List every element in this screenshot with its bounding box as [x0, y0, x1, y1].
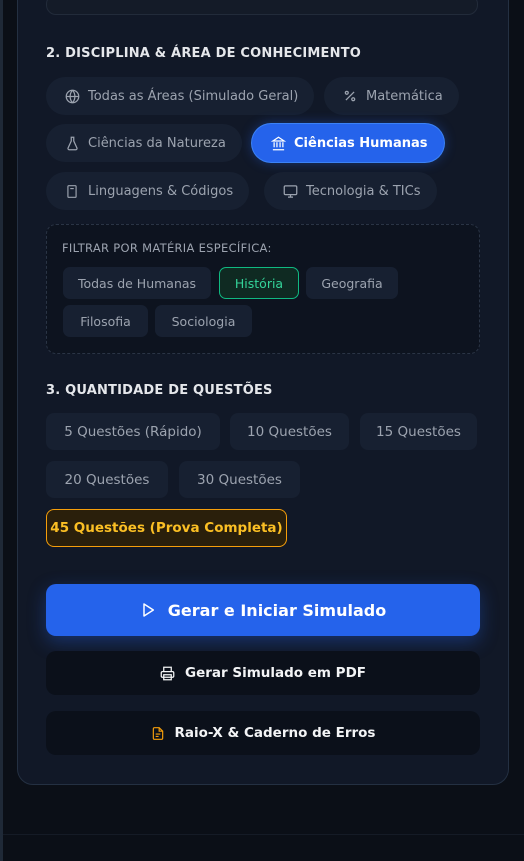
start-simulation-label: Gerar e Iniciar Simulado — [167, 600, 387, 620]
footer-divider — [3, 834, 524, 835]
subject-pill-sociology[interactable]: Sociologia — [155, 305, 252, 337]
section-title-discipline: 2. DISCIPLINA & ÁREA DE CONHECIMENTO — [46, 46, 362, 61]
play-icon — [140, 602, 156, 618]
quantity-option-45[interactable]: 45 Questões (Prova Completa) — [46, 509, 287, 547]
quantity-option-5[interactable]: 5 Questões (Rápido) — [46, 413, 220, 450]
subject-pill-geography[interactable]: Geografia — [306, 267, 398, 299]
section-title-quantity: 3. QUANTIDADE DE QUESTÕES — [46, 383, 273, 398]
left-edge — [0, 0, 3, 861]
area-chip-label: Matemática — [366, 88, 443, 104]
subject-pill-all-humanities[interactable]: Todas de Humanas — [63, 267, 211, 299]
quantity-option-15[interactable]: 15 Questões — [360, 413, 477, 450]
quantity-option-20[interactable]: 20 Questões — [46, 461, 168, 498]
area-chip-label: Linguagens & Códigos — [88, 183, 234, 199]
area-chip-math[interactable]: Matemática — [324, 77, 459, 115]
subject-filter-title: FILTRAR POR MATÉRIA ESPECÍFICA: — [62, 241, 272, 255]
book-icon — [64, 183, 80, 199]
generate-pdf-label: Gerar Simulado em PDF — [184, 665, 366, 681]
area-chip-nature[interactable]: Ciências da Natureza — [46, 124, 242, 162]
flask-icon — [64, 135, 80, 151]
percent-icon — [342, 88, 358, 104]
generate-pdf-button[interactable]: Gerar Simulado em PDF — [46, 651, 480, 695]
file-text-icon — [151, 726, 165, 741]
area-chip-technology[interactable]: Tecnologia & TICs — [264, 172, 437, 210]
xray-errors-label: Raio-X & Caderno de Erros — [174, 725, 376, 741]
landmark-icon — [270, 135, 286, 151]
area-chip-label: Ciências Humanas — [294, 135, 428, 151]
area-chip-languages[interactable]: Linguagens & Códigos — [46, 172, 250, 210]
area-chip-all[interactable]: Todas as Áreas (Simulado Geral) — [46, 77, 315, 115]
printer-icon — [160, 666, 175, 681]
globe-icon — [64, 88, 80, 104]
subject-pill-history[interactable]: História — [219, 267, 299, 299]
subject-pill-philosophy[interactable]: Filosofia — [63, 305, 148, 337]
area-chip-humanities[interactable]: Ciências Humanas — [252, 124, 444, 162]
monitor-icon — [282, 183, 298, 199]
area-chip-label: Tecnologia & TICs — [306, 183, 421, 199]
previous-field[interactable] — [46, 0, 478, 15]
xray-errors-button[interactable]: Raio-X & Caderno de Erros — [46, 711, 480, 755]
start-simulation-button[interactable]: Gerar e Iniciar Simulado — [46, 584, 480, 636]
area-chip-label: Todas as Áreas (Simulado Geral) — [88, 88, 299, 104]
area-chip-label: Ciências da Natureza — [88, 135, 226, 151]
quantity-option-10[interactable]: 10 Questões — [230, 413, 349, 450]
quantity-option-30[interactable]: 30 Questões — [179, 461, 300, 498]
